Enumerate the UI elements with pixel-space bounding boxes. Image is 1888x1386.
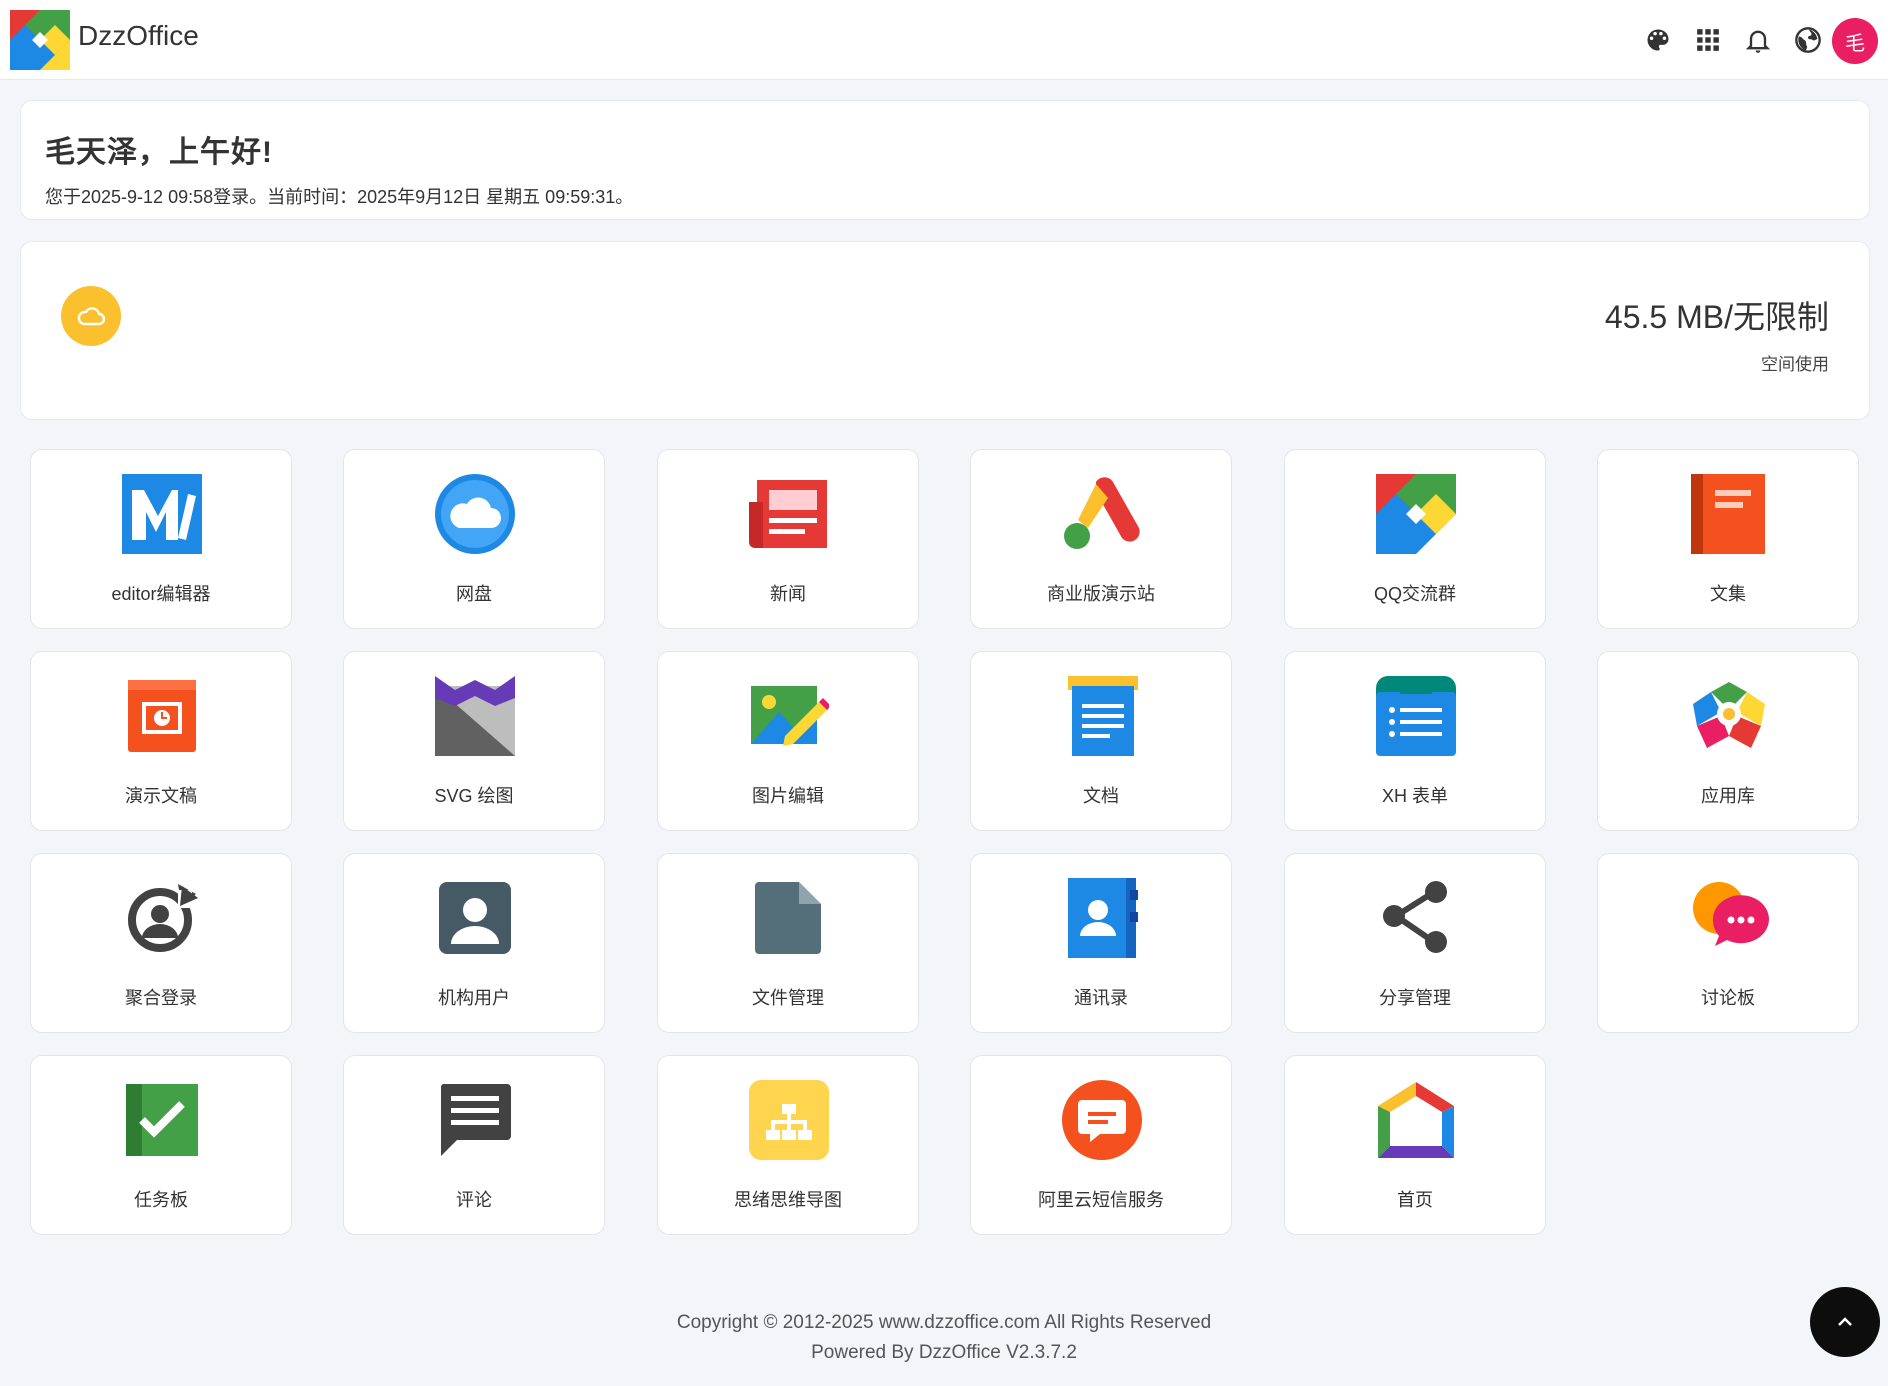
app-cloud-drive[interactable]: 网盘: [343, 449, 605, 629]
contacts-icon: [1068, 878, 1138, 958]
sms-icon: [1062, 1080, 1142, 1160]
greeting-card: 毛天泽，上午好! 您于2025-9-12 09:58登录。当前时间：2025年9…: [20, 100, 1870, 220]
app-label: 机构用户: [438, 988, 510, 1008]
app-label: QQ交流群: [1373, 584, 1456, 604]
app-label: 评论: [456, 1190, 492, 1210]
app-label: 讨论板: [1701, 988, 1755, 1008]
powered-by-text: Powered By DzzOffice V2.3.7.2: [811, 1342, 1077, 1363]
bell-icon[interactable]: [1740, 22, 1776, 58]
notebook-icon: [1691, 474, 1765, 554]
palette-icon[interactable]: [1640, 22, 1676, 58]
app-mindmap[interactable]: 思绪思维导图: [657, 1055, 919, 1235]
presentation-icon: [128, 680, 196, 752]
app-label: 应用库: [1701, 786, 1755, 806]
app-label: 商业版演示站: [1047, 584, 1155, 604]
app-form[interactable]: XH 表单: [1284, 651, 1546, 831]
app-label: 文集: [1710, 584, 1746, 604]
storage-usage-label: 空间使用: [1761, 355, 1829, 374]
org-user-icon: [439, 882, 511, 954]
share-icon: [1383, 881, 1447, 953]
cloud-drive-icon: [435, 474, 515, 554]
app-label: editor编辑器: [111, 584, 211, 604]
image-editor-icon: [751, 686, 829, 746]
app-home[interactable]: 首页: [1284, 1055, 1546, 1235]
app-label: 任务板: [134, 1190, 188, 1210]
app-store-icon: [1693, 682, 1765, 748]
cloud-icon: [61, 286, 121, 346]
app-login-aggregate[interactable]: 聚合登录: [30, 853, 292, 1033]
apps-grid-icon[interactable]: [1690, 22, 1726, 58]
app-share[interactable]: 分享管理: [1284, 853, 1546, 1033]
login-info: 您于2025-9-12 09:58登录。当前时间：2025年9月12日 星期五 …: [45, 187, 634, 207]
file-manager-icon: [755, 882, 821, 954]
globe-icon[interactable]: [1790, 22, 1826, 58]
brand-name[interactable]: DzzOffice: [78, 20, 199, 52]
app-contacts[interactable]: 通讯录: [970, 853, 1232, 1033]
home-icon: [1378, 1082, 1454, 1158]
storage-usage-value: 45.5 MB/无限制: [1604, 299, 1829, 335]
back-to-top-button[interactable]: [1810, 1287, 1880, 1357]
app-label: 阿里云短信服务: [1038, 1190, 1164, 1210]
greeting-title: 毛天泽，上午好!: [45, 136, 273, 169]
app-org-user[interactable]: 机构用户: [343, 853, 605, 1033]
app-label: 文件管理: [752, 988, 824, 1008]
task-board-icon: [126, 1084, 198, 1156]
app-image-editor[interactable]: 图片编辑: [657, 651, 919, 831]
app-label: 图片编辑: [752, 786, 824, 806]
news-icon: [749, 480, 827, 548]
app-demo-site[interactable]: 商业版演示站: [970, 449, 1232, 629]
app-discussion[interactable]: 讨论板: [1597, 853, 1859, 1033]
document-icon: [1068, 676, 1138, 756]
top-bar: DzzOffice 毛: [0, 0, 1888, 80]
qq-group-icon: [1376, 474, 1456, 554]
app-label: 思绪思维导图: [734, 1190, 842, 1210]
app-label: 网盘: [456, 584, 492, 604]
app-label: 分享管理: [1379, 988, 1451, 1008]
app-comment[interactable]: 评论: [343, 1055, 605, 1235]
discussion-icon: [1693, 882, 1769, 946]
app-task-board[interactable]: 任务板: [30, 1055, 292, 1235]
chevron-up-icon: [1838, 1317, 1852, 1326]
app-editor[interactable]: editor编辑器: [30, 449, 292, 629]
app-label: SVG 绘图: [434, 786, 514, 806]
app-notebook[interactable]: 文集: [1597, 449, 1859, 629]
app-svg-drawing[interactable]: SVG 绘图: [343, 651, 605, 831]
app-label: 新闻: [770, 584, 806, 604]
app-file-manager[interactable]: 文件管理: [657, 853, 919, 1033]
app-presentation[interactable]: 演示文稿: [30, 651, 292, 831]
demo-site-icon: [1064, 477, 1140, 549]
app-news[interactable]: 新闻: [657, 449, 919, 629]
dzzoffice-logo[interactable]: [10, 10, 70, 70]
comment-icon: [440, 1084, 511, 1156]
app-qq-group[interactable]: QQ交流群: [1284, 449, 1546, 629]
copyright-text: Copyright © 2012-2025 www.dzzoffice.com …: [676, 1312, 1212, 1333]
app-label: XH 表单: [1381, 786, 1448, 806]
login-aggregate-icon: [128, 884, 198, 952]
footer: Copyright © 2012-2025 www.dzzoffice.com …: [0, 1308, 1888, 1368]
app-label: 文档: [1083, 786, 1119, 806]
svg-drawing-icon: [435, 676, 515, 756]
app-label: 聚合登录: [125, 988, 197, 1008]
app-document[interactable]: 文档: [970, 651, 1232, 831]
app-sms[interactable]: 阿里云短信服务: [970, 1055, 1232, 1235]
mindmap-icon: [749, 1080, 829, 1160]
app-label: 通讯录: [1074, 988, 1128, 1008]
app-label: 首页: [1397, 1190, 1433, 1210]
editor-icon: [122, 474, 202, 554]
app-label: 演示文稿: [125, 786, 197, 806]
user-avatar[interactable]: 毛: [1832, 18, 1878, 64]
app-app-store[interactable]: 应用库: [1597, 651, 1859, 831]
form-icon: [1376, 676, 1456, 756]
storage-card: 45.5 MB/无限制 空间使用: [20, 241, 1870, 420]
